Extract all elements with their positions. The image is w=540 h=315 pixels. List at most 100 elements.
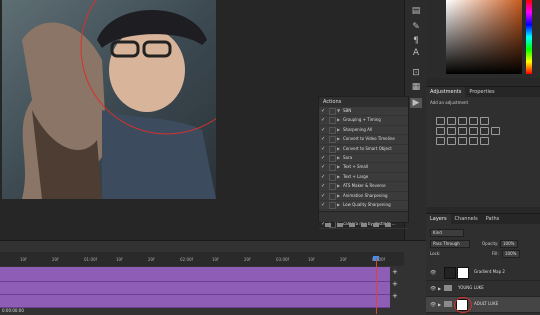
chevron-right-icon[interactable]: ▶ — [337, 116, 340, 124]
chevron-right-icon[interactable]: ▶ — [337, 163, 340, 171]
check-icon[interactable]: ✓ — [321, 135, 327, 143]
check-icon[interactable]: ✓ — [321, 116, 327, 124]
fill-input[interactable]: 100% — [502, 250, 520, 258]
add-track-icon[interactable]: + — [392, 268, 402, 276]
check-icon[interactable]: ✓ — [321, 126, 327, 134]
dialog-toggle-icon[interactable] — [329, 108, 336, 115]
tab-adjustments[interactable]: Adjustments — [426, 87, 466, 97]
action-item[interactable]: ✓ ▶ Grouping + Timing — [319, 116, 408, 126]
chevron-down-icon[interactable]: ▼ — [337, 107, 340, 115]
photo-filter-icon[interactable] — [469, 127, 478, 135]
dialog-toggle-icon[interactable] — [329, 173, 336, 181]
selective-color-icon[interactable] — [480, 137, 489, 145]
hue-sat-icon[interactable] — [436, 127, 445, 135]
record-icon[interactable] — [337, 223, 343, 227]
chevron-right-icon[interactable]: ▶ — [438, 302, 441, 307]
action-item[interactable]: ✓ ▶ Convert to Smart Object — [319, 145, 408, 154]
tab-properties[interactable]: Properties — [465, 87, 498, 97]
action-set-row[interactable]: ✓ ▼ SBN — [319, 107, 408, 117]
check-icon[interactable]: ✓ — [321, 201, 327, 209]
timeline-track[interactable] — [0, 295, 390, 308]
action-item[interactable]: ✓ ▶ Text + Large — [319, 173, 408, 183]
dialog-toggle-icon[interactable] — [329, 126, 336, 134]
playhead-line[interactable] — [376, 258, 377, 314]
check-icon[interactable]: ✓ — [321, 107, 327, 115]
color-balance-icon[interactable] — [447, 127, 456, 135]
check-icon[interactable]: ✓ — [321, 163, 327, 171]
tab-paths[interactable]: Paths — [482, 214, 504, 224]
levels-icon[interactable] — [447, 117, 456, 125]
action-item[interactable]: ✓ ▶ Animation Sharpening — [319, 192, 408, 201]
trash-icon[interactable] — [385, 223, 391, 227]
channel-mixer-icon[interactable] — [480, 127, 489, 135]
threshold-icon[interactable] — [458, 137, 467, 145]
chevron-right-icon[interactable]: ▶ — [337, 201, 340, 209]
visibility-icon[interactable]: 👁 — [430, 270, 436, 276]
dialog-toggle-icon[interactable] — [329, 183, 336, 191]
gradient-map-icon[interactable] — [469, 137, 478, 145]
timeline-ruler[interactable]: 10f 20f 01:00f 10f 20f 02:00f 10f 20f 03:00f 10f 2… — [0, 252, 404, 266]
brightness-icon[interactable] — [436, 117, 445, 125]
dialog-toggle-icon[interactable] — [329, 192, 336, 200]
bw-icon[interactable] — [458, 127, 467, 135]
history-icon[interactable]: ▤ — [410, 6, 422, 16]
tab-layers[interactable]: Layers — [426, 214, 451, 224]
chevron-right-icon[interactable]: ▶ — [337, 154, 340, 162]
action-item[interactable]: ✓ ▶ Low Quality Sharpening — [319, 201, 408, 211]
play-icon[interactable] — [349, 223, 355, 227]
lookup-icon[interactable] — [491, 127, 500, 135]
layer-group-row-selected[interactable]: 👁 ▶ ADULT LUKE — [426, 297, 540, 313]
check-icon[interactable]: ✓ — [321, 145, 327, 153]
actions-play-icon[interactable]: ▶ — [410, 98, 422, 108]
add-track-icon[interactable]: + — [392, 280, 402, 288]
character-icon[interactable]: A — [410, 48, 422, 58]
dialog-toggle-icon[interactable] — [329, 201, 336, 209]
chevron-right-icon[interactable]: ▶ — [337, 145, 340, 153]
navigator-icon[interactable]: ⊡ — [410, 68, 422, 78]
paragraph-icon[interactable]: ¶ — [410, 36, 422, 46]
action-item[interactable]: ✓ ▶ Text + Small — [319, 163, 408, 173]
new-set-icon[interactable] — [361, 223, 367, 227]
actions-panel-title[interactable]: Actions — [319, 97, 408, 107]
hue-slider[interactable] — [526, 0, 532, 74]
action-item[interactable]: ✓ ▶ Convert to Video Timeline — [319, 135, 408, 145]
dialog-toggle-icon[interactable] — [329, 145, 336, 153]
action-item[interactable]: ✓ ▶ Sharpening All — [319, 126, 408, 136]
check-icon[interactable]: ✓ — [321, 154, 327, 162]
timeline-track[interactable] — [0, 267, 390, 282]
tab-channels[interactable]: Channels — [451, 214, 482, 224]
visibility-icon[interactable]: 👁 — [430, 286, 436, 292]
layer-row[interactable]: 👁 Gradient Map 2 — [426, 265, 540, 281]
check-icon[interactable]: ✓ — [321, 192, 327, 200]
check-icon[interactable]: ✓ — [321, 173, 327, 181]
filter-kind-select[interactable]: Kind — [430, 229, 464, 237]
chevron-right-icon[interactable]: ▶ — [438, 286, 441, 291]
chevron-right-icon[interactable]: ▶ — [337, 182, 340, 190]
brush-icon[interactable]: ✎ — [410, 22, 422, 32]
layer-group-row[interactable]: 👁 ▶ YOUNG LUKE — [426, 281, 540, 297]
action-item[interactable]: ✓ ▶ Sara — [319, 154, 408, 164]
stop-icon[interactable] — [325, 223, 331, 227]
info-icon[interactable]: ▦ — [410, 82, 422, 92]
chevron-right-icon[interactable]: ▶ — [337, 173, 340, 181]
add-track-icon[interactable]: + — [392, 292, 402, 300]
dialog-toggle-icon[interactable] — [329, 136, 336, 144]
chevron-right-icon[interactable]: ▶ — [337, 126, 340, 134]
dialog-toggle-icon[interactable] — [329, 117, 336, 125]
posterize-icon[interactable] — [447, 137, 456, 145]
color-picker-field[interactable] — [446, 0, 522, 74]
invert-icon[interactable] — [436, 137, 445, 145]
opacity-input[interactable]: 100% — [500, 240, 518, 248]
action-item[interactable]: ✓ ▶ ATS Maker & Reverse — [319, 182, 408, 192]
timeline-track[interactable] — [0, 282, 390, 295]
blend-mode-select[interactable]: Pass Through — [430, 240, 470, 248]
chevron-right-icon[interactable]: ▶ — [337, 192, 340, 200]
new-action-icon[interactable] — [373, 223, 379, 227]
exposure-icon[interactable] — [469, 117, 478, 125]
curves-icon[interactable] — [458, 117, 467, 125]
chevron-right-icon[interactable]: ▶ — [337, 135, 340, 143]
check-icon[interactable]: ✓ — [321, 182, 327, 190]
dialog-toggle-icon[interactable] — [329, 154, 336, 162]
dialog-toggle-icon[interactable] — [329, 164, 336, 172]
canvas-image[interactable] — [2, 0, 216, 199]
